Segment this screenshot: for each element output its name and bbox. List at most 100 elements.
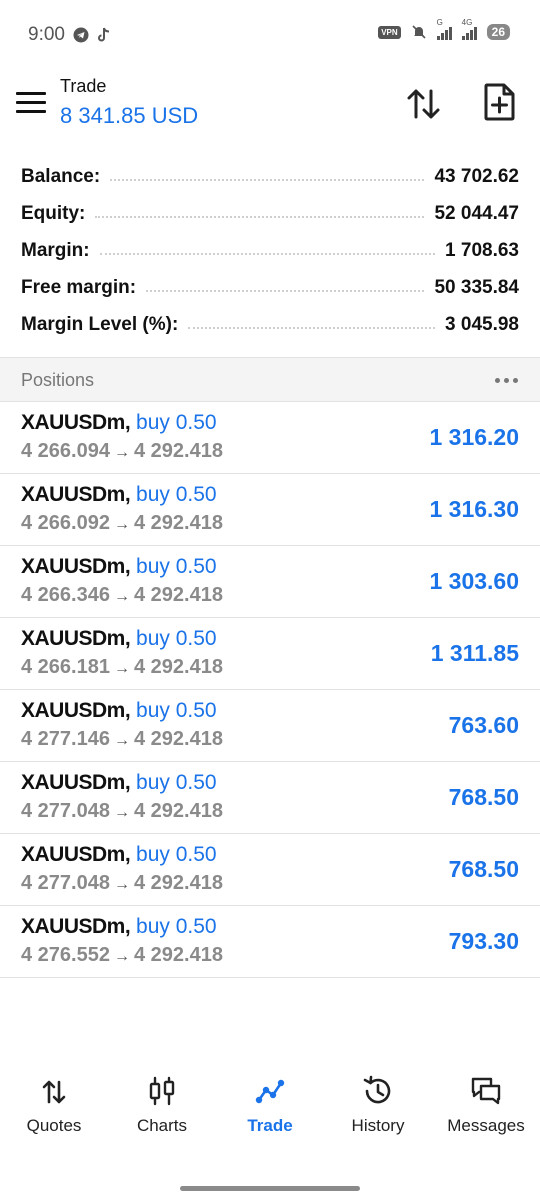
messages-icon [471, 1077, 501, 1105]
current-price: 4 292.418 [133, 512, 223, 534]
open-price: 4 277.048 [21, 800, 110, 822]
position-symbol: XAUUSDm, [21, 411, 131, 434]
position-side: buy 0.50 [136, 627, 217, 650]
current-price: 4 292.418 [133, 656, 223, 678]
position-profit: 1 311.85 [430, 640, 519, 666]
history-icon [363, 1075, 391, 1104]
menu-icon[interactable] [16, 92, 46, 114]
signal-icon-1: G [436, 18, 452, 40]
current-price: 4 292.418 [133, 872, 223, 894]
nav-label: Messages [447, 1116, 525, 1135]
summary-row-balance: Balance: 43 702.62 [0, 158, 540, 195]
current-price: 4 292.418 [133, 728, 223, 750]
position-symbol: XAUUSDm, [21, 843, 131, 866]
open-price: 4 277.048 [21, 872, 110, 894]
position-symbol: XAUUSDm, [21, 771, 131, 794]
current-price: 4 292.418 [133, 584, 223, 606]
signal-icon-2: 4G [461, 18, 477, 40]
dotted-leader [99, 252, 436, 255]
position-row[interactable]: XAUUSDm, buy 0.50 4 266.346 → 4 292.418 1 … [0, 546, 540, 618]
dotted-leader [95, 215, 425, 218]
sort-icon[interactable] [404, 84, 444, 124]
arrow-right-icon: → [113, 588, 130, 605]
arrow-right-icon: → [113, 948, 130, 965]
position-row[interactable]: XAUUSDm, buy 0.50 4 277.146 → 4 292.418 76… [0, 690, 540, 762]
dotted-leader [146, 289, 425, 292]
home-indicator[interactable] [180, 1186, 360, 1191]
arrow-right-icon: → [113, 804, 130, 821]
status-left: 9:00 [28, 24, 111, 46]
summary-row-free-margin: Free margin: 50 335.84 [0, 269, 540, 306]
status-time: 9:00 [28, 24, 65, 45]
position-profit: 768.50 [448, 784, 519, 810]
summary-value: 3 045.98 [435, 313, 519, 336]
charts-icon [149, 1076, 175, 1106]
nav-history[interactable]: History [324, 1062, 432, 1152]
summary-value: 52 044.47 [424, 202, 519, 225]
nav-label: Charts [136, 1116, 188, 1135]
vpn-badge: VPN [378, 25, 401, 39]
position-row[interactable]: XAUUSDm, buy 0.50 4 277.048 → 4 292.418 76… [0, 834, 540, 906]
position-symbol: XAUUSDm, [21, 483, 131, 506]
nav-label: Quotes [26, 1116, 82, 1135]
position-side: buy 0.50 [136, 483, 217, 506]
arrow-right-icon: → [113, 876, 130, 893]
position-profit: 1 316.20 [429, 424, 519, 450]
current-price: 4 292.418 [133, 440, 223, 462]
positions-section-header: Positions [0, 357, 540, 402]
position-row[interactable]: XAUUSDm, buy 0.50 4 276.552 → 4 292.418 79… [0, 906, 540, 978]
positions-title: Positions [21, 370, 95, 390]
position-row[interactable]: XAUUSDm, buy 0.50 4 266.181 → 4 292.418 1 … [0, 618, 540, 690]
summary-value: 1 708.63 [435, 239, 519, 262]
summary-value: 43 702.62 [424, 165, 519, 188]
status-bar: 9:00 VPN G 4G 26 [0, 0, 540, 70]
dotted-leader [188, 326, 436, 329]
position-row[interactable]: XAUUSDm, buy 0.50 4 277.048 → 4 292.418 76… [0, 762, 540, 834]
open-price: 4 266.094 [21, 440, 110, 462]
tiktok-icon [98, 27, 110, 42]
open-price: 4 266.092 [21, 512, 110, 534]
app-header: Trade 8 341.85 USD [0, 70, 540, 150]
position-profit: 1 303.60 [429, 568, 519, 594]
summary-row-margin-level: Margin Level (%): 3 045.98 [0, 306, 540, 343]
summary-label: Margin: [21, 239, 100, 262]
position-profit: 1 316.30 [429, 496, 519, 522]
position-row[interactable]: XAUUSDm, buy 0.50 4 266.094 → 4 292.418 1 … [0, 402, 540, 474]
nav-label: History [351, 1116, 405, 1135]
open-price: 4 266.346 [21, 584, 110, 606]
title-block: Trade 8 341.85 USD [60, 76, 198, 129]
position-symbol: XAUUSDm, [21, 699, 131, 722]
position-profit: 793.30 [448, 928, 519, 954]
position-row[interactable]: XAUUSDm, buy 0.50 4 266.092 → 4 292.418 1 … [0, 474, 540, 546]
battery-indicator: 26 [486, 24, 510, 40]
positions-list: XAUUSDm, buy 0.50 4 266.094 → 4 292.418 1 … [0, 402, 540, 978]
account-balance-subtitle: 8 341.85 USD [60, 103, 199, 128]
position-profit: 763.60 [448, 712, 519, 738]
open-price: 4 277.146 [21, 728, 110, 750]
new-order-icon[interactable] [482, 82, 518, 122]
position-side: buy 0.50 [136, 555, 217, 578]
arrow-right-icon: → [113, 516, 130, 533]
summary-row-equity: Equity: 52 044.47 [0, 195, 540, 232]
position-symbol: XAUUSDm, [21, 627, 131, 650]
mute-icon [412, 25, 426, 39]
position-side: buy 0.50 [136, 411, 217, 434]
open-price: 4 266.181 [21, 656, 110, 678]
nav-quotes[interactable]: Quotes [0, 1062, 108, 1152]
dotted-leader [110, 178, 425, 181]
summary-label: Balance: [21, 165, 111, 188]
nav-charts[interactable]: Charts [108, 1062, 216, 1152]
bottom-navigation: Quotes Charts Trade History Messages [0, 1062, 540, 1152]
nav-messages[interactable]: Messages [432, 1062, 540, 1152]
nav-trade[interactable]: Trade [216, 1062, 324, 1152]
position-symbol: XAUUSDm, [21, 915, 131, 938]
position-side: buy 0.50 [136, 699, 217, 722]
summary-value: 50 335.84 [424, 276, 519, 299]
position-symbol: XAUUSDm, [21, 555, 131, 578]
more-options-icon[interactable] [495, 378, 518, 383]
position-side: buy 0.50 [136, 915, 217, 938]
position-profit: 768.50 [448, 856, 519, 882]
arrow-right-icon: → [113, 732, 130, 749]
position-side: buy 0.50 [136, 843, 217, 866]
summary-label: Free margin: [21, 276, 147, 299]
